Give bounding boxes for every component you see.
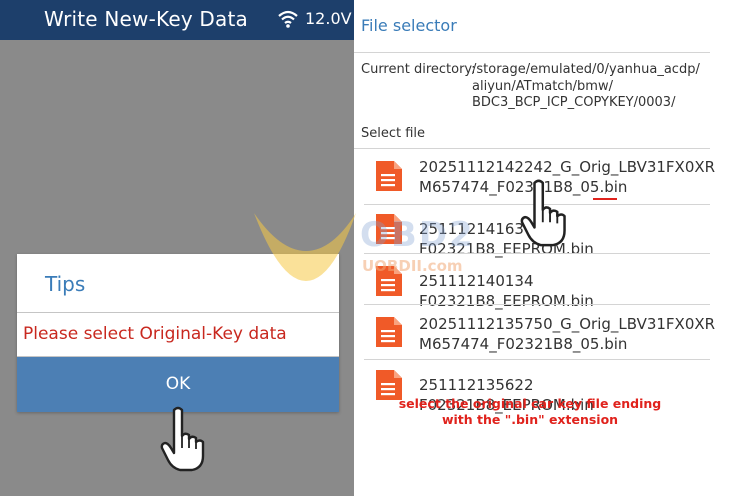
divider bbox=[17, 312, 339, 313]
tips-dialog: Tips Please select Original-Key data OK bbox=[17, 254, 339, 412]
file-row[interactable]: 20251112135750_G_Orig_LBV31FX0XR M657474… bbox=[354, 305, 715, 359]
path-line: BDC3_BCP_ICP_COPYKEY/0003/ bbox=[472, 95, 676, 110]
bin-extension-underline bbox=[593, 198, 617, 200]
pointing-hand-icon bbox=[160, 406, 205, 472]
ok-button[interactable]: OK bbox=[17, 357, 339, 412]
app-header: Write New-Key Data 12.0V bbox=[0, 0, 354, 40]
divider bbox=[354, 148, 710, 149]
device-screen: Write New-Key Data 12.0V Tips Please sel… bbox=[0, 0, 354, 496]
screenshot: Write New-Key Data 12.0V Tips Please sel… bbox=[0, 0, 730, 496]
instruction-annotation: select the original car key file ending … bbox=[390, 396, 670, 428]
file-selector-title: File selector bbox=[361, 16, 457, 35]
page-title: Write New-Key Data bbox=[44, 7, 248, 31]
pointing-hand-icon bbox=[520, 179, 566, 247]
file-name-line: M657474_F02321B8_05.bin bbox=[419, 335, 628, 353]
wifi-icon bbox=[278, 10, 298, 28]
annotation-line: with the ".bin" extension bbox=[441, 412, 619, 427]
file-icon bbox=[376, 161, 402, 191]
dialog-message: Please select Original-Key data bbox=[23, 324, 287, 344]
select-file-label: Select file bbox=[361, 126, 426, 141]
file-name: 20251112135750_G_Orig_LBV31FX0XR M657474… bbox=[419, 314, 715, 354]
dialog-title: Tips bbox=[45, 272, 86, 296]
file-name-line: 20251112142242_G_Orig_LBV31FX0XR bbox=[419, 158, 716, 176]
current-directory-label: Current directory: bbox=[361, 62, 476, 77]
path-line: aliyun/ATmatch/bmw/ bbox=[472, 78, 613, 94]
watermark-url: UOBDII.com bbox=[362, 257, 463, 275]
voltage-readout: 12.0V bbox=[305, 9, 352, 28]
annotation-line: select the original car key file ending bbox=[398, 396, 662, 411]
divider bbox=[354, 52, 710, 53]
current-directory-path: /storage/emulated/0/yanhua_acdp/ aliyun/… bbox=[472, 62, 700, 112]
path-line: /storage/emulated/0/yanhua_acdp/ bbox=[472, 62, 700, 77]
file-name-line: 20251112135750_G_Orig_LBV31FX0XR bbox=[419, 315, 716, 333]
file-icon bbox=[376, 317, 402, 347]
watermark-brand: OBD2 bbox=[360, 215, 475, 255]
